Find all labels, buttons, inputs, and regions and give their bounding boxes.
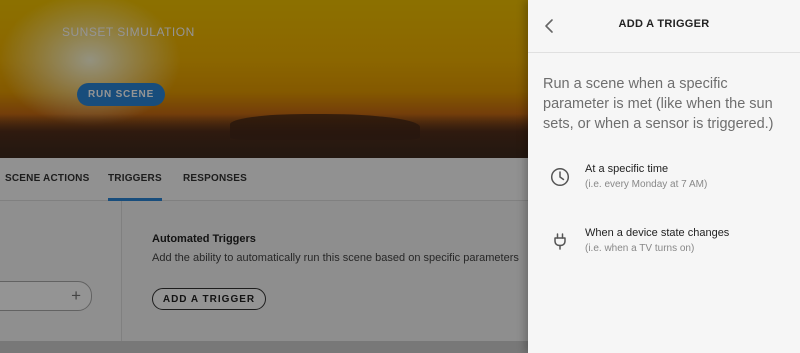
option-title: At a specific time — [585, 163, 669, 175]
option-specific-time[interactable]: At a specific time (i.e. every Monday at… — [528, 163, 800, 203]
option-subtitle: (i.e. every Monday at 7 AM) — [585, 179, 708, 190]
option-title: When a device state changes — [585, 227, 730, 239]
option-device-state[interactable]: When a device state changes (i.e. when a… — [528, 227, 800, 267]
clock-icon — [550, 167, 570, 187]
option-subtitle: (i.e. when a TV turns on) — [585, 243, 695, 254]
plug-icon — [554, 233, 566, 250]
drawer-header: ADD A TRIGGER — [528, 0, 800, 53]
modal-backdrop[interactable] — [0, 0, 528, 353]
drawer-intro-text: Run a scene when a specific parameter is… — [543, 76, 774, 132]
backdrop-bottom-shade — [0, 341, 528, 353]
add-trigger-drawer: ADD A TRIGGER Run a scene when a specifi… — [528, 0, 800, 353]
drawer-title: ADD A TRIGGER — [618, 18, 710, 30]
